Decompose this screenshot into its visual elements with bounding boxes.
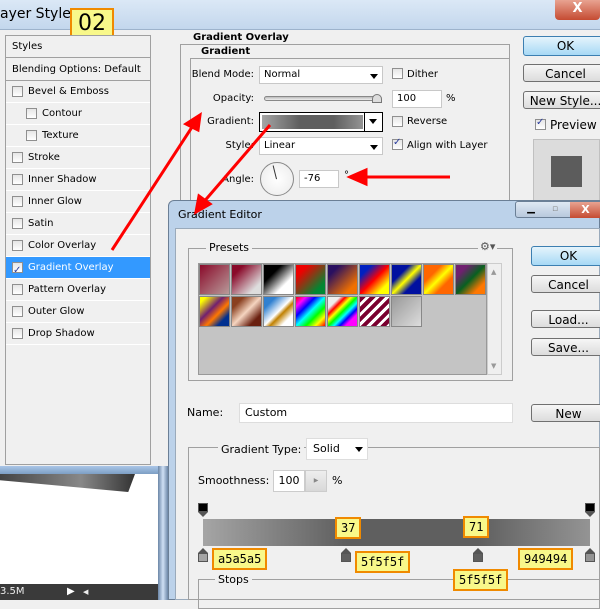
arrowhead <box>346 167 368 187</box>
annotation-arrows <box>110 111 450 251</box>
arrow-to-gradient-editor <box>200 124 272 205</box>
arrow-to-gradient-label <box>110 120 198 251</box>
arrowhead <box>182 111 202 133</box>
